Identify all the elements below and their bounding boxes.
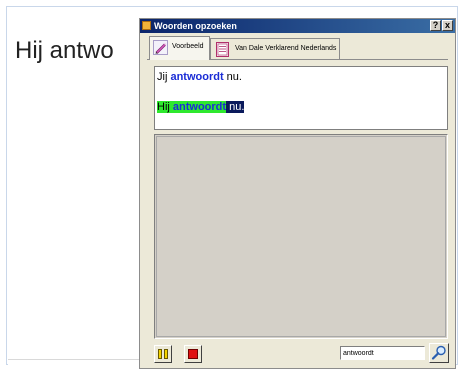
app-icon: [142, 21, 151, 30]
tab-voorbeeld[interactable]: Voorbeeld: [149, 36, 210, 60]
example-sentence-2: Hij antwoordt nu.: [157, 101, 245, 113]
example-panel: Jij antwoordt nu. Hij antwoordt nu.: [154, 66, 448, 130]
stop-button[interactable]: [184, 345, 202, 363]
tab-van-dale[interactable]: Van Dale Verklarend Nederlands: [210, 38, 340, 59]
definition-pane: [154, 134, 448, 339]
document-text: Hij antwo: [15, 37, 114, 64]
definition-pane-inner: [156, 136, 446, 337]
example-sentence-1: Jij antwoordt nu.: [157, 71, 242, 83]
help-button[interactable]: ?: [430, 20, 441, 31]
close-button[interactable]: x: [442, 20, 453, 31]
example-2-subject: Hij: [157, 101, 173, 113]
tab-voorbeeld-label: Voorbeeld: [172, 43, 204, 50]
stop-icon: [188, 349, 198, 359]
example-2-verb: antwoordt: [172, 101, 227, 113]
pause-icon-bar: [164, 349, 168, 359]
dialog-title: Woorden opzoeken: [154, 21, 237, 31]
example-2-highlight: Hij antwoordt: [157, 101, 227, 113]
example-1-verb: antwoordt: [170, 71, 224, 83]
tab-van-dale-label: Van Dale Verklarend Nederlands: [235, 45, 337, 52]
pause-icon: [158, 349, 162, 359]
search-button[interactable]: [429, 343, 449, 363]
pen-icon: [153, 40, 168, 55]
dialog-titlebar[interactable]: Woorden opzoeken ? x: [140, 19, 455, 33]
pause-button[interactable]: [154, 345, 172, 363]
example-1-rest: nu.: [223, 71, 242, 83]
dictionary-icon: [216, 42, 229, 57]
example-1-subject: Jij: [157, 71, 171, 83]
search-magnifier-icon: [431, 345, 446, 360]
lookup-dialog: Woorden opzoeken ? x Voorbeeld Van Dale …: [139, 18, 456, 369]
search-input[interactable]: [340, 346, 425, 360]
example-2-rest: nu.: [226, 101, 245, 113]
